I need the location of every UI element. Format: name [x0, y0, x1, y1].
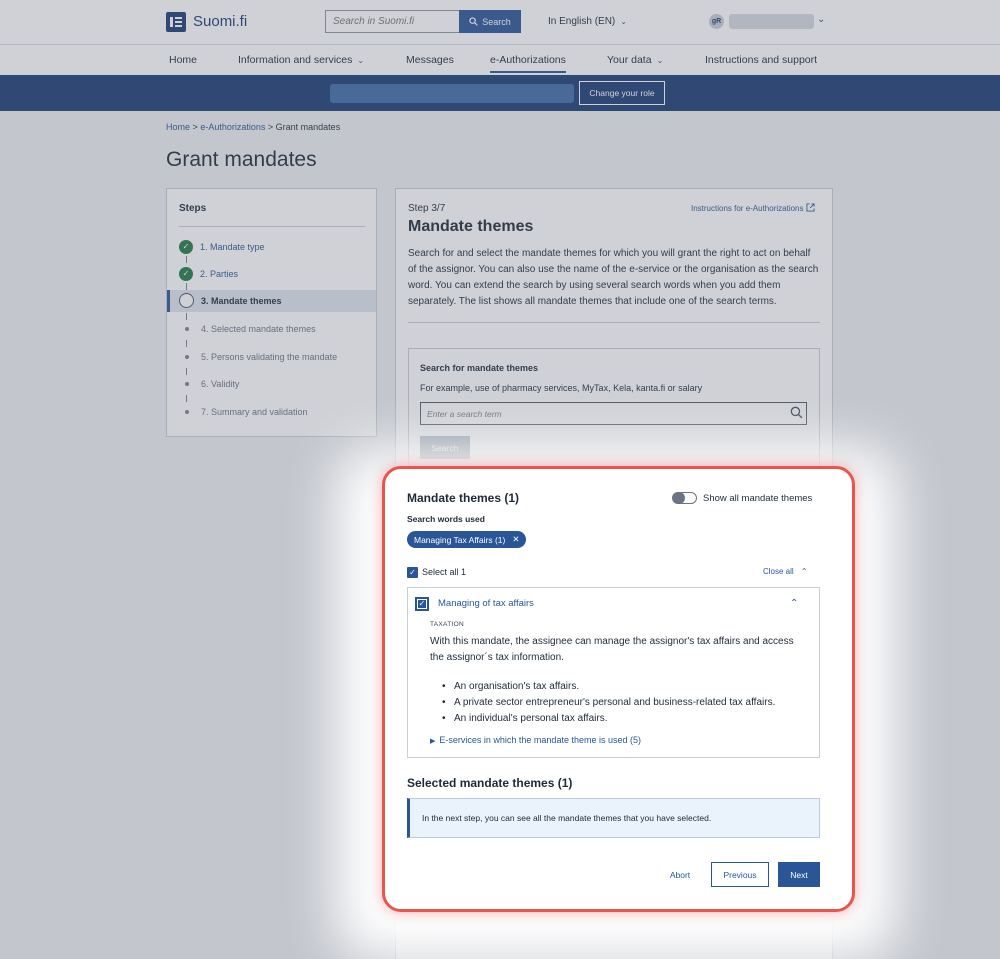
select-all-label[interactable]: Select all 1	[422, 567, 466, 577]
theme-description: With this mandate, the assignee can mana…	[430, 636, 794, 663]
close-all-link[interactable]: Close all ⌃	[763, 567, 808, 576]
previous-button[interactable]: Previous	[711, 862, 769, 887]
list-item: An organisation's tax affairs.	[430, 679, 810, 695]
chevron-up-icon[interactable]: ⌃	[790, 598, 798, 609]
search-word-chip[interactable]: Managing Tax Affairs (1) ✕	[407, 531, 527, 548]
list-item: A private sector entrepreneur's personal…	[430, 695, 810, 711]
check-icon: ✓	[418, 599, 426, 608]
selected-themes-note: In the next step, you can see all the ma…	[407, 798, 820, 838]
search-words-label: Search words used	[407, 514, 485, 524]
check-icon: ✓	[409, 568, 416, 577]
select-all-checkbox[interactable]: ✓	[407, 567, 418, 578]
theme-card	[407, 587, 820, 758]
show-all-toggle[interactable]	[672, 492, 697, 504]
theme-bullet-list: An organisation's tax affairs. A private…	[430, 679, 810, 727]
selected-themes-title: Selected mandate themes (1)	[407, 776, 573, 790]
theme-category: TAXATION	[430, 621, 464, 628]
theme-name[interactable]: Managing of tax affairs	[438, 598, 534, 609]
chevron-up-icon: ⌃	[800, 567, 808, 576]
close-icon[interactable]: ✕	[512, 534, 519, 545]
close-all-label: Close all	[763, 567, 794, 576]
toggle-knob	[673, 492, 685, 504]
abort-button[interactable]: Abort	[660, 863, 700, 886]
theme-checkbox[interactable]: ✓	[415, 597, 429, 611]
triangle-right-icon: ▶	[430, 738, 436, 745]
list-item: An individual's personal tax affairs.	[430, 711, 810, 727]
show-all-label[interactable]: Show all mandate themes	[703, 493, 812, 504]
next-button[interactable]: Next	[778, 862, 820, 887]
eservices-expander[interactable]: ▶ E-services in which the mandate theme i…	[430, 735, 641, 745]
eservices-label: E-services in which the mandate theme is…	[439, 735, 641, 745]
results-title: Mandate themes (1)	[407, 491, 520, 505]
chip-label: Managing Tax Affairs (1)	[414, 534, 506, 545]
